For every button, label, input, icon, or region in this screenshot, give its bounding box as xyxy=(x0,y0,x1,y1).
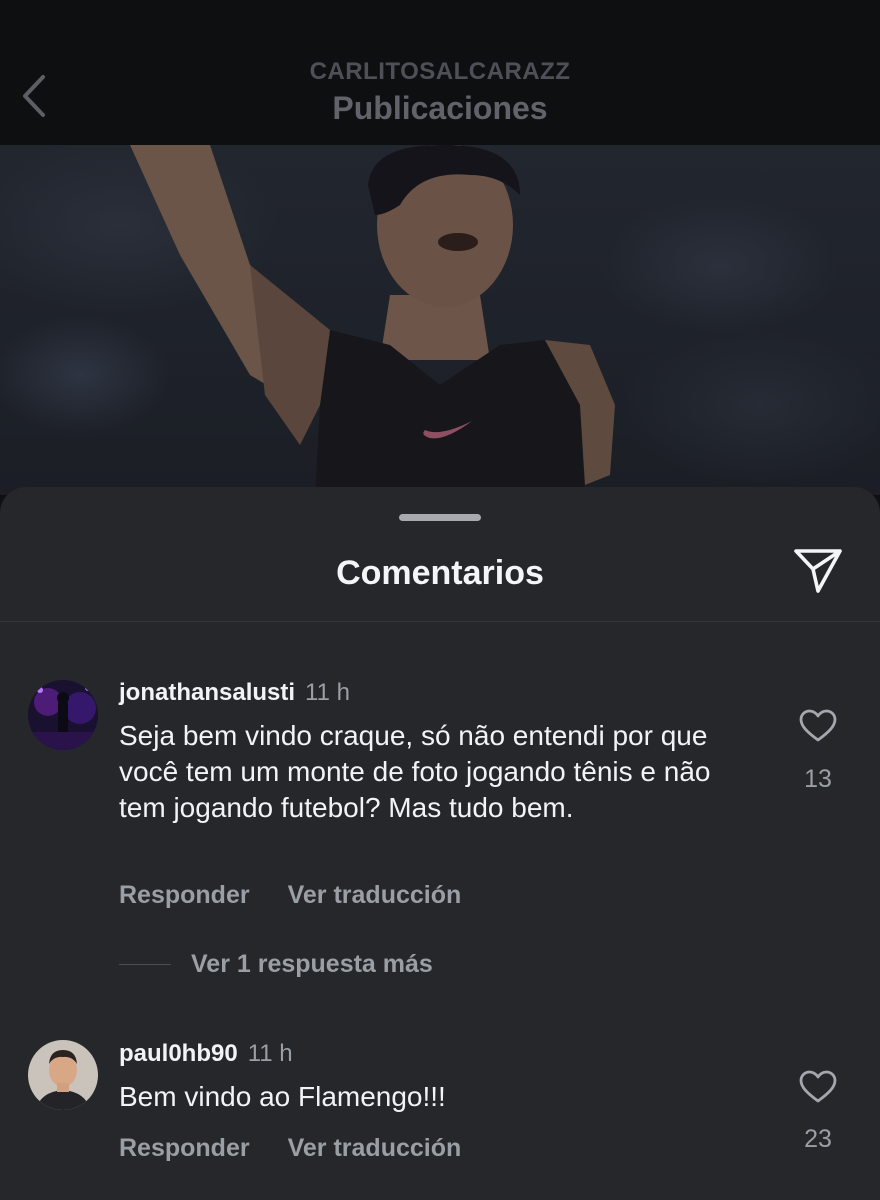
replies-line xyxy=(119,964,171,965)
top-bar: CARLITOSALCARAZZ Publicaciones xyxy=(0,0,880,145)
avatar[interactable] xyxy=(28,680,98,750)
avatar[interactable] xyxy=(28,1040,98,1110)
comment-header: paul0hb90 11 h xyxy=(119,1040,293,1068)
reply-button[interactable]: Responder xyxy=(119,1134,250,1162)
player-illustration xyxy=(130,145,615,495)
comment-username[interactable]: paul0hb90 xyxy=(119,1040,238,1067)
heart-icon xyxy=(799,709,837,742)
send-icon xyxy=(794,549,842,593)
translate-button[interactable]: Ver traducción xyxy=(288,1134,462,1162)
comment-actions: Responder Ver traducción xyxy=(119,881,499,910)
view-replies-label: Ver 1 respuesta más xyxy=(191,950,433,978)
comment-text: Seja bem vindo craque, só não entendi po… xyxy=(119,720,711,823)
account-name: CARLITOSALCARAZZ xyxy=(309,58,571,85)
like-count: 13 xyxy=(804,765,832,793)
avatar-image xyxy=(28,1040,98,1110)
heart-icon xyxy=(799,1070,837,1103)
comment-header: jonathansalusti 11 h xyxy=(119,679,350,707)
like-button[interactable] xyxy=(796,1065,840,1109)
header-titles: CARLITOSALCARAZZ Publicaciones xyxy=(0,58,880,127)
comment-text: Bem vindo ao Flamengo!!! xyxy=(119,1081,446,1112)
share-button[interactable] xyxy=(790,545,846,597)
divider xyxy=(0,621,880,622)
comment-time: 11 h xyxy=(247,1040,293,1067)
drag-handle[interactable] xyxy=(399,514,481,521)
view-replies-button[interactable]: Ver 1 respuesta más xyxy=(119,950,433,979)
like-count: 23 xyxy=(804,1125,832,1153)
like-button[interactable] xyxy=(796,704,840,748)
translate-button[interactable]: Ver traducción xyxy=(288,881,462,909)
avatar-image xyxy=(28,680,98,750)
page-title: Publicaciones xyxy=(332,90,548,126)
comment-username[interactable]: jonathansalusti xyxy=(119,679,295,706)
comments-sheet: Comentarios jonathansalusti 11 h Seja bem… xyxy=(0,487,880,1200)
reply-button[interactable]: Responder xyxy=(119,881,250,909)
comments-title: Comentarios xyxy=(336,554,544,592)
comment-actions: Responder Ver traducción xyxy=(119,1134,499,1163)
post-photo[interactable] xyxy=(0,145,880,495)
comment-time: 11 h xyxy=(305,679,350,706)
